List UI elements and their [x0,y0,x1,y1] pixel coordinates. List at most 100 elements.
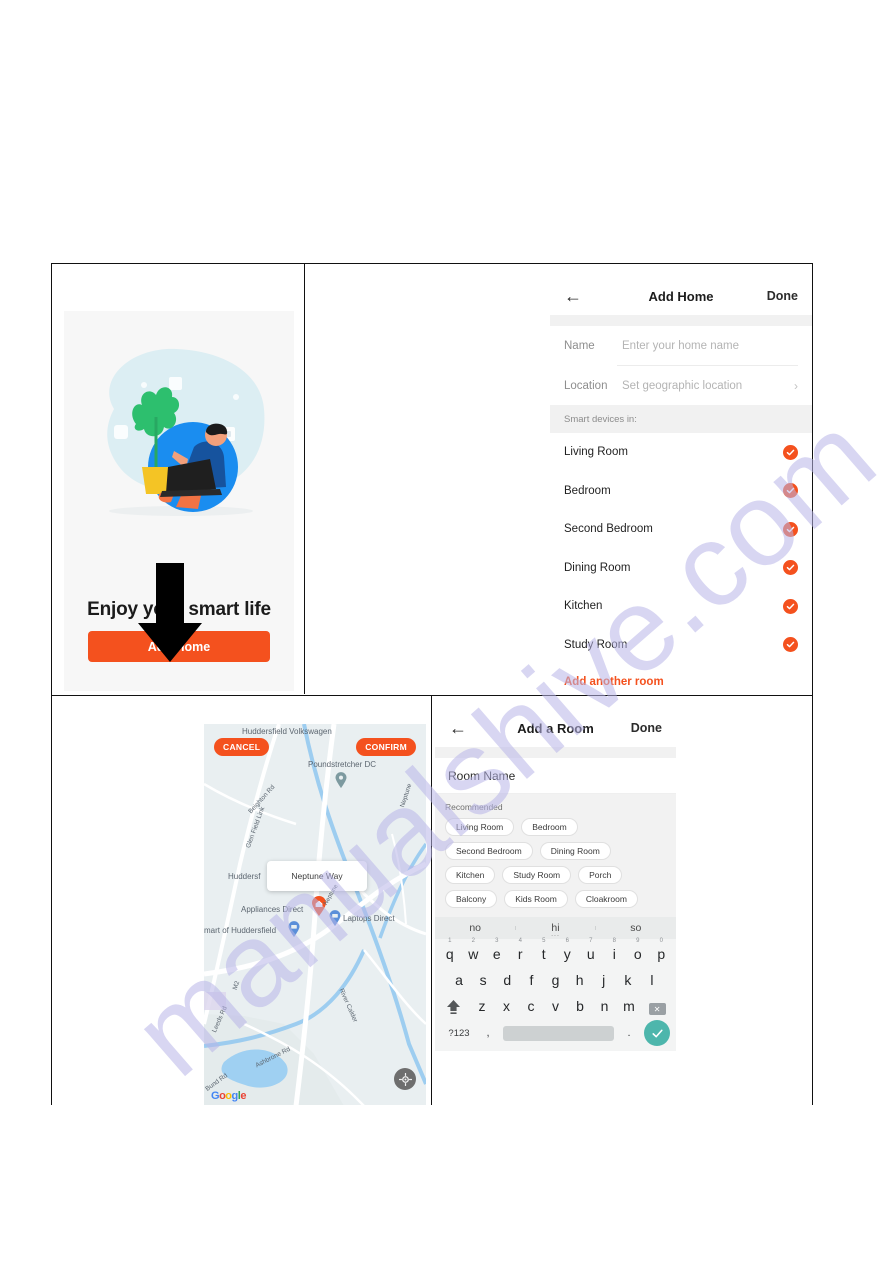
symbols-key[interactable]: ?123 [441,1028,477,1039]
key-z[interactable]: z [470,999,494,1019]
done-button[interactable]: Done [631,721,662,735]
key-o[interactable]: 9o [626,938,650,967]
chip-bedroom[interactable]: Bedroom [521,818,578,836]
room-name-input[interactable]: Room Name [435,758,676,794]
key-a[interactable]: a [447,973,471,993]
chip-second-bedroom[interactable]: Second Bedroom [445,842,533,860]
map-label-mart-of-huddersfield: mart of Huddersfield [204,926,277,935]
key-r[interactable]: 4r [509,938,533,967]
map-cancel-button[interactable]: CANCEL [214,738,270,756]
key-number: 2 [471,938,475,944]
backspace-icon[interactable]: ✕ [641,1003,673,1019]
add-home-screen: ← Add Home Done Name Enter your home nam… [550,277,812,694]
key-p[interactable]: 0p [650,938,674,967]
room-row-second-bedroom[interactable]: Second Bedroom [550,510,812,549]
add-home-appbar: ← Add Home Done [550,277,812,315]
map-pin-poundstretcher [335,772,347,788]
key-letter: i [612,946,616,962]
add-another-room-link[interactable]: Add another room [550,664,812,694]
key-q[interactable]: 1q [438,938,462,967]
appbar-divider [550,315,812,326]
room-row-dining-room[interactable]: Dining Room [550,548,812,587]
add-room-appbar: ← Add a Room Done [435,709,676,747]
home-name-row[interactable]: Name Enter your home name [550,326,812,365]
on-screen-keyboard: no hi ... so 1q 2w 3e 4r 5t 6 y 7 u 8 i … [435,917,676,1051]
key-e[interactable]: 3e [485,938,509,967]
check-circle-icon [783,598,798,614]
key-u[interactable]: 7u [579,938,603,967]
suggestion-more-icon[interactable]: ... [515,931,595,938]
key-s[interactable]: s [471,973,495,993]
home-location-label: Location [564,379,608,392]
room-checkmark[interactable] [783,560,798,576]
room-row-living-room[interactable]: Living Room [550,433,812,472]
key-t[interactable]: 5t [532,938,556,967]
chip-kitchen[interactable]: Kitchen [445,866,496,884]
smart-devices-section-label: Smart devices in: [550,405,812,433]
room-row-study-room[interactable]: Study Room [550,625,812,664]
key-v[interactable]: v [543,999,567,1019]
key-h[interactable]: h [568,973,592,993]
home-location-value[interactable]: Set geographic location [622,380,794,392]
key-l[interactable]: l [640,973,664,993]
room-checkmark[interactable] [783,598,798,614]
comma-key[interactable]: , [477,1027,499,1039]
cell-add-home: ← Add Home Done Name Enter your home nam… [305,264,812,694]
home-name-input[interactable]: Enter your home name [622,340,798,352]
room-row-bedroom[interactable]: Bedroom [550,471,812,510]
room-label: Second Bedroom [564,523,653,536]
key-j[interactable]: j [592,973,616,993]
done-button[interactable]: Done [767,289,798,303]
room-checkmark[interactable] [783,444,798,460]
period-key[interactable]: . [618,1027,640,1039]
key-number: 9 [636,938,640,944]
chip-study-room[interactable]: Study Room [502,866,572,884]
home-location-row[interactable]: Location Set geographic location › [550,366,812,405]
key-m[interactable]: m [617,999,641,1019]
key-k[interactable]: k [616,973,640,993]
cell-add-room: ← Add a Room Done Room Name Recommended … [432,696,812,1105]
space-key[interactable] [503,1025,614,1041]
screenshot-grid: Enjoy your smart life Add Home Log out ←… [51,263,813,1105]
map-info-window[interactable]: Neptune Way [267,861,367,891]
chip-row: Second Bedroom Dining Room [445,842,666,860]
room-checkmark[interactable] [783,483,798,499]
welcome-screen: Enjoy your smart life Add Home Log out [64,311,294,691]
map-label-appliances-direct: Appliances Direct [241,905,304,914]
key-w[interactable]: 2w [462,938,486,967]
chip-dining-room[interactable]: Dining Room [539,842,611,860]
key-b[interactable]: b [568,999,592,1019]
key-number: 7 [589,938,593,944]
key-g[interactable]: g [543,973,567,993]
key-c[interactable]: c [519,999,543,1019]
figure-page: manualshive.com Enjoy smart life Home ← … [0,0,893,1263]
key-y[interactable]: 6y [556,938,580,967]
chip-cloakroom[interactable]: Cloakroom [574,890,638,908]
chip-porch[interactable]: Porch [578,866,623,884]
suggestion-2[interactable]: so [596,922,676,934]
room-checkmark[interactable] [783,637,798,653]
chip-kids-room[interactable]: Kids Room [504,890,568,908]
home-name-label: Name [564,339,595,352]
room-checkmark[interactable] [783,521,798,537]
key-f[interactable]: f [519,973,543,993]
key-n[interactable]: n [592,999,616,1019]
key-number: 5 [542,938,546,944]
check-circle-icon [783,521,798,537]
map-screen[interactable]: CANCEL CONFIRM Huddersfield Volkswagen P… [204,724,426,1105]
room-row-kitchen[interactable]: Kitchen [550,587,812,626]
key-number: 4 [518,938,522,944]
suggestion-0[interactable]: no [435,922,515,934]
key-x[interactable]: x [494,999,518,1019]
recommended-label: Recommended [445,802,503,812]
key-d[interactable]: d [495,973,519,993]
shift-up-icon[interactable] [438,999,470,1019]
map-confirm-button[interactable]: CONFIRM [356,738,416,756]
key-letter: u [586,946,595,962]
check-enter-icon[interactable] [644,1020,670,1046]
my-location-icon[interactable] [394,1068,416,1090]
chip-living-room[interactable]: Living Room [445,818,515,836]
key-letter: t [541,946,546,962]
chip-balcony[interactable]: Balcony [445,890,498,908]
key-i[interactable]: 8i [603,938,627,967]
